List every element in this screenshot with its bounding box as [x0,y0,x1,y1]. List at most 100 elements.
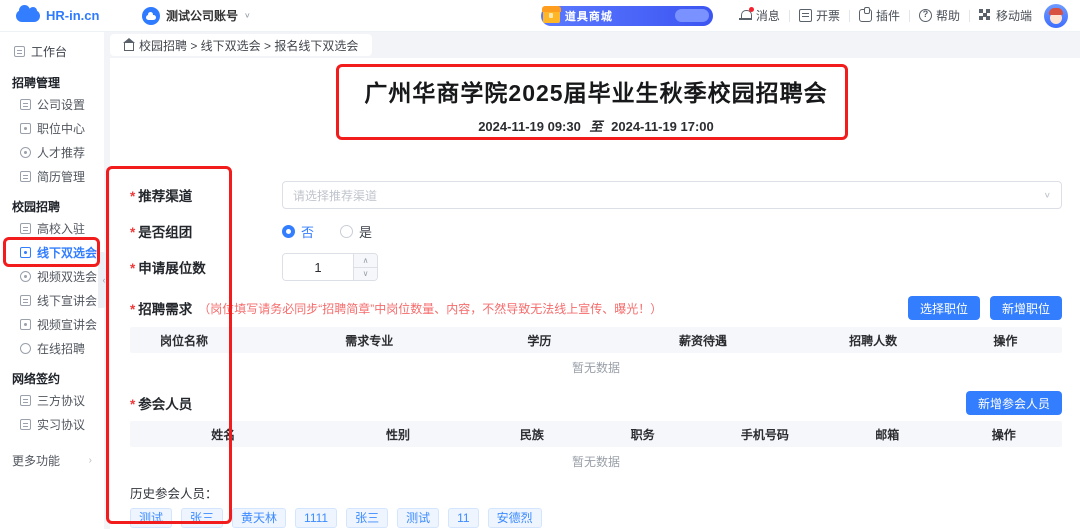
registration-form-card: 广州华商学院2025届毕业生秋季校园招聘会 2024-11-19 09:30 至… [110,58,1080,529]
history-tag[interactable]: 安德烈 [488,508,542,528]
sidebar-section-campus: 校园招聘 [0,196,104,216]
group-label: 是否组团 [130,221,282,241]
booth-row: 申请展位数 ∧ ∨ [130,253,1062,281]
chevron-down-icon: ∨ [244,11,251,20]
help-icon [919,9,932,22]
nav-plugin[interactable]: 插件 [859,7,900,24]
channel-row: 推荐渠道 请选择推荐渠道 ∨ [130,181,1062,209]
nav-mobile[interactable]: 移动端 [979,7,1032,24]
video-icon [20,271,31,282]
channel-placeholder: 请选择推荐渠道 [293,187,1044,204]
nav-plugin-label: 插件 [876,7,900,24]
app-window: HR-in.cn 测试公司账号 ∨ 道具商城 消息 开票 [0,0,1080,529]
document-icon [20,171,31,182]
sidebar-section-network-sign: 网络签约 [0,368,104,388]
sidebar-item-video-info-session[interactable]: 视频宣讲会 [0,312,104,336]
history-tag[interactable]: 测试 [130,508,172,528]
brand-logo[interactable]: HR-in.cn [16,8,128,23]
handshake-icon [20,247,31,258]
radio-no[interactable]: 否 [282,222,314,241]
sidebar-item-tripartite-agreement[interactable]: 三方协议 [0,388,104,412]
attendees-label: 参会人员 [130,393,192,413]
sidebar-item-resume-mgmt[interactable]: 简历管理 [0,164,104,188]
group-radio-group: 否 是 [282,222,372,241]
sidebar: 工作台 招聘管理 公司设置 职位中心 人才推荐 简历管理 校园招聘 [0,32,104,529]
workbench-icon [14,46,25,57]
sidebar-item-workbench[interactable]: 工作台 [0,38,104,64]
treasure-chest-icon [543,9,560,23]
sidebar-item-job-center[interactable]: 职位中心 [0,116,104,140]
mall-banner-label: 道具商城 [565,8,613,24]
add-job-button[interactable]: 新增职位 [990,296,1062,320]
jobs-row: 招聘需求 （岗位填写请务必同步“招聘简章”中岗位数量、内容，不然导致无法线上宣传… [130,295,1062,321]
briefcase-icon [20,123,31,134]
brand-logo-text: HR-in.cn [46,8,99,23]
nav-mobile-label: 移动端 [996,7,1032,24]
channel-select[interactable]: 请选择推荐渠道 ∨ [282,181,1062,209]
history-tag[interactable]: 测试 [397,508,439,528]
user-avatar[interactable] [1044,4,1068,28]
stepper-buttons: ∧ ∨ [353,254,377,280]
content-area: 校园招聘 > 线下双选会 > 报名线下双选会 广州华商学院2025届毕业生秋季校… [104,32,1080,529]
divider [969,10,970,22]
sidebar-more-functions[interactable]: 更多功能 › [0,452,104,469]
history-tag[interactable]: 11 [448,508,478,528]
page-title: 广州华商学院2025届毕业生秋季校园招聘会 [130,74,1062,108]
radio-dot-icon [340,225,353,238]
divider [789,10,790,22]
chevron-right-icon: › [89,455,92,466]
divider [849,10,850,22]
sidebar-item-internship-agreement[interactable]: 实习协议 [0,412,104,436]
breadcrumb-path: 校园招聘 > 线下双选会 > 报名线下双选会 [139,37,358,54]
sidebar-item-offline-job-fair[interactable]: 线下双选会 [0,240,104,264]
history-attendees-label: 历史参会人员： [130,483,1062,502]
mall-banner-highlight [675,9,709,22]
radio-dot-icon [282,225,295,238]
add-attendee-button[interactable]: 新增参会人员 [966,391,1062,415]
notification-dot [749,7,754,12]
sidebar-item-company-settings[interactable]: 公司设置 [0,92,104,116]
booth-count-stepper: ∧ ∨ [282,253,378,281]
stepper-down-icon[interactable]: ∨ [354,268,377,281]
screen-icon [20,319,31,330]
bell-icon [739,9,752,22]
nav-messages-label: 消息 [756,7,780,24]
event-date-start: 2024-11-19 09:30 [478,119,581,134]
presentation-icon [20,295,31,306]
select-job-button[interactable]: 选择职位 [908,296,980,320]
tab-bar: 校园招聘 > 线下双选会 > 报名线下双选会 [110,32,1080,58]
history-tag[interactable]: 黄天林 [232,508,286,528]
person-icon [20,147,31,158]
sidebar-item-video-job-fair[interactable]: 视频双选会 [0,264,104,288]
booth-count-input[interactable] [283,254,353,280]
sidebar-item-online-recruit[interactable]: 在线招聘 [0,336,104,360]
jobs-table-header: 岗位名称 需求专业 学历 薪资待遇 招聘人数 操作 [130,327,1062,353]
sidebar-item-offline-info-session[interactable]: 线下宣讲会 [0,288,104,312]
history-tag[interactable]: 张三 [346,508,388,528]
account-name: 测试公司账号 [166,7,238,24]
divider [909,10,910,22]
mall-banner[interactable]: 道具商城 [541,6,713,26]
radio-yes[interactable]: 是 [340,222,372,241]
stepper-up-icon[interactable]: ∧ [354,254,377,268]
nav-help-label: 帮助 [936,7,960,24]
sidebar-item-talent-recommend[interactable]: 人才推荐 [0,140,104,164]
attendees-table-header: 姓名 性别 民族 职务 手机号码 邮箱 操作 [130,421,1062,447]
building-icon [20,99,31,110]
date-separator: 至 [589,119,602,134]
breadcrumb[interactable]: 校园招聘 > 线下双选会 > 报名线下双选会 [110,34,372,56]
sidebar-item-university-join[interactable]: 高校入驻 [0,216,104,240]
event-date-end: 2024-11-19 17:00 [611,119,714,134]
history-tag[interactable]: 张三 [181,508,223,528]
top-header: HR-in.cn 测试公司账号 ∨ 道具商城 消息 开票 [0,0,1080,32]
group-row: 是否组团 否 是 [130,221,1062,241]
nav-invoice[interactable]: 开票 [799,7,840,24]
sidebar-collapse-handle[interactable]: ‹ [98,252,110,308]
account-switcher[interactable]: 测试公司账号 ∨ [142,7,251,25]
history-tag[interactable]: 1111 [295,508,337,528]
school-icon [20,223,31,234]
chevron-down-icon: ∨ [1044,191,1051,200]
nav-messages[interactable]: 消息 [739,7,780,24]
nav-help[interactable]: 帮助 [919,7,960,24]
jobs-hint: （岗位填写请务必同步“招聘简章”中岗位数量、内容，不然导致无法线上宣传、曝光！） [198,300,662,317]
